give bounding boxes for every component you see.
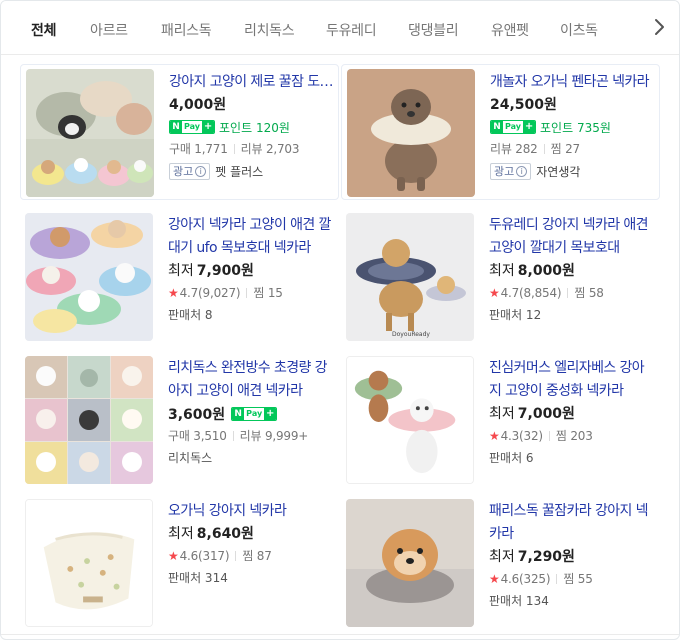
- seller-name[interactable]: 자연생각: [536, 163, 580, 180]
- tab-duyouready[interactable]: 두유레디: [326, 20, 377, 40]
- product-price: 최저 7,290원: [489, 549, 575, 565]
- product-price: 최저 7,000원: [489, 406, 575, 422]
- product-card: 강아지 넥카라 고양이 애견 깔대기 ufo 목보호대 넥카라 최저 7,900원…: [20, 208, 339, 344]
- product-image[interactable]: DoyouReady: [346, 213, 474, 341]
- product-rating: ★4.7(9,027) 찜 15: [168, 286, 283, 300]
- product-image[interactable]: [25, 356, 153, 484]
- product-title[interactable]: 강아지 고양이 제로 꿀잠 도넛 넥카라: [169, 71, 334, 94]
- product-image[interactable]: [26, 69, 154, 197]
- product-card: 개놀자 오가닉 펜타곤 넥카라 24,500원 N Pay + 포인트 735원 리…: [341, 64, 660, 200]
- star-icon: ★: [489, 572, 500, 586]
- product-price: 최저 7,900원: [168, 263, 254, 279]
- product-card: 리치독스 완전방수 초경량 강아지 고양이 애견 넥카라 3,600원 N Pay…: [20, 351, 339, 487]
- ad-seller: 광고 i 펫 플러스: [169, 160, 334, 182]
- product-meta: 구매 3,510 리뷰 9,999+: [168, 429, 309, 443]
- product-title[interactable]: 개놀자 오가닉 펜타곤 넥카라: [490, 71, 655, 94]
- npay-icon: N Pay +: [490, 120, 537, 134]
- tab-daengdaengbly[interactable]: 댕댕블리: [408, 20, 459, 40]
- product-title[interactable]: 강아지 넥카라 고양이 애견 깔대기 ufo 목보호대 넥카라: [168, 214, 333, 260]
- tab-younpet[interactable]: 유앤펫: [491, 20, 529, 40]
- star-icon: ★: [168, 549, 179, 563]
- npay-icon: N Pay +: [169, 120, 216, 134]
- product-price: 최저 8,000원: [489, 263, 575, 279]
- product-card: 강아지 고양이 제로 꿀잠 도넛 넥카라 4,000원 NPay+ 포인트 12…: [20, 64, 339, 200]
- seller-count[interactable]: 판매처 6: [489, 447, 654, 469]
- star-icon: ★: [489, 286, 500, 300]
- product-meta: 구매 1,771 리뷰 2,703: [169, 142, 300, 156]
- product-image[interactable]: [347, 69, 475, 197]
- product-title[interactable]: 두유레디 강아지 넥카라 애견 고양이 깔대기 목보호대: [489, 214, 654, 260]
- npay-point: N Pay + 포인트 120원: [169, 116, 334, 138]
- seller-count[interactable]: 판매처 8: [168, 304, 333, 326]
- ad-badge[interactable]: 광고 i: [490, 162, 532, 180]
- product-title[interactable]: 오가닉 강아지 넥카라: [168, 500, 333, 523]
- product-price: 4,000원: [169, 97, 227, 113]
- seller-name[interactable]: 펫 플러스: [215, 163, 263, 180]
- seller-count[interactable]: 판매처 12: [489, 304, 654, 326]
- svg-text:DoyouReady: DoyouReady: [392, 331, 430, 338]
- product-card: DoyouReady 두유레디 강아지 넥카라 애견 고양이 깔대기 목보호대 …: [341, 208, 660, 344]
- tab-itsdog[interactable]: 이츠독: [560, 20, 598, 40]
- product-image[interactable]: [25, 499, 153, 627]
- product-card: 오가닉 강아지 넥카라 최저 8,640원 ★4.6(317) 찜 87 판매처 3…: [20, 494, 339, 630]
- product-title[interactable]: 패리스독 꿀잠카라 강아지 넥카라: [489, 500, 654, 546]
- tab-arreureu[interactable]: 아르르: [90, 20, 128, 40]
- product-price: 최저 8,640원: [168, 526, 254, 542]
- ad-badge[interactable]: 광고 i: [169, 162, 211, 180]
- seller-count[interactable]: 판매처 314: [168, 567, 333, 589]
- seller-count[interactable]: 판매처 134: [489, 590, 654, 612]
- tab-all[interactable]: 전체: [31, 20, 56, 40]
- star-icon: ★: [168, 286, 179, 300]
- info-icon: i: [195, 165, 207, 177]
- product-rating: ★4.6(317) 찜 87: [168, 549, 272, 563]
- product-image[interactable]: [25, 213, 153, 341]
- divider: [1, 634, 679, 635]
- product-card: 진심커머스 엘리자베스 강아지 고양이 중성화 넥카라 최저 7,000원 ★4.…: [341, 351, 660, 487]
- ad-seller: 광고 i 자연생각: [490, 160, 655, 182]
- product-image[interactable]: [346, 356, 474, 484]
- product-rating: ★4.3(32) 찜 203: [489, 429, 593, 443]
- product-rating: ★4.7(8,854) 찜 58: [489, 286, 604, 300]
- product-title[interactable]: 진심커머스 엘리자베스 강아지 고양이 중성화 넥카라: [489, 357, 654, 403]
- product-title[interactable]: 리치독스 완전방수 초경량 강아지 고양이 애견 넥카라: [168, 357, 333, 403]
- product-rating: ★4.6(325) 찜 55: [489, 572, 593, 586]
- category-tabs: 전체 아르르 패리스독 리치독스 두유레디 댕댕블리 유앤펫 이츠독: [1, 1, 679, 55]
- star-icon: ★: [489, 429, 500, 443]
- seller-name[interactable]: 리치독스: [168, 447, 333, 469]
- shopping-results-panel: 전체 아르르 패리스독 리치독스 두유레디 댕댕블리 유앤펫 이츠독 강아지 고…: [0, 0, 680, 640]
- product-card: 패리스독 꿀잠카라 강아지 넥카라 최저 7,290원 ★4.6(325) 찜 55…: [341, 494, 660, 630]
- npay-point: N Pay + 포인트 735원: [490, 116, 655, 138]
- tab-parisdog[interactable]: 패리스독: [161, 20, 212, 40]
- product-image[interactable]: [346, 499, 474, 627]
- product-price: 24,500원: [490, 97, 557, 113]
- info-icon: i: [516, 165, 528, 177]
- npay-icon: N Pay +: [231, 407, 278, 421]
- tab-richdogs[interactable]: 리치독스: [244, 20, 295, 40]
- product-meta: 리뷰 282 찜 27: [490, 142, 580, 156]
- chevron-right-icon[interactable]: [647, 15, 671, 39]
- product-price: 3,600원 N Pay +: [168, 403, 333, 425]
